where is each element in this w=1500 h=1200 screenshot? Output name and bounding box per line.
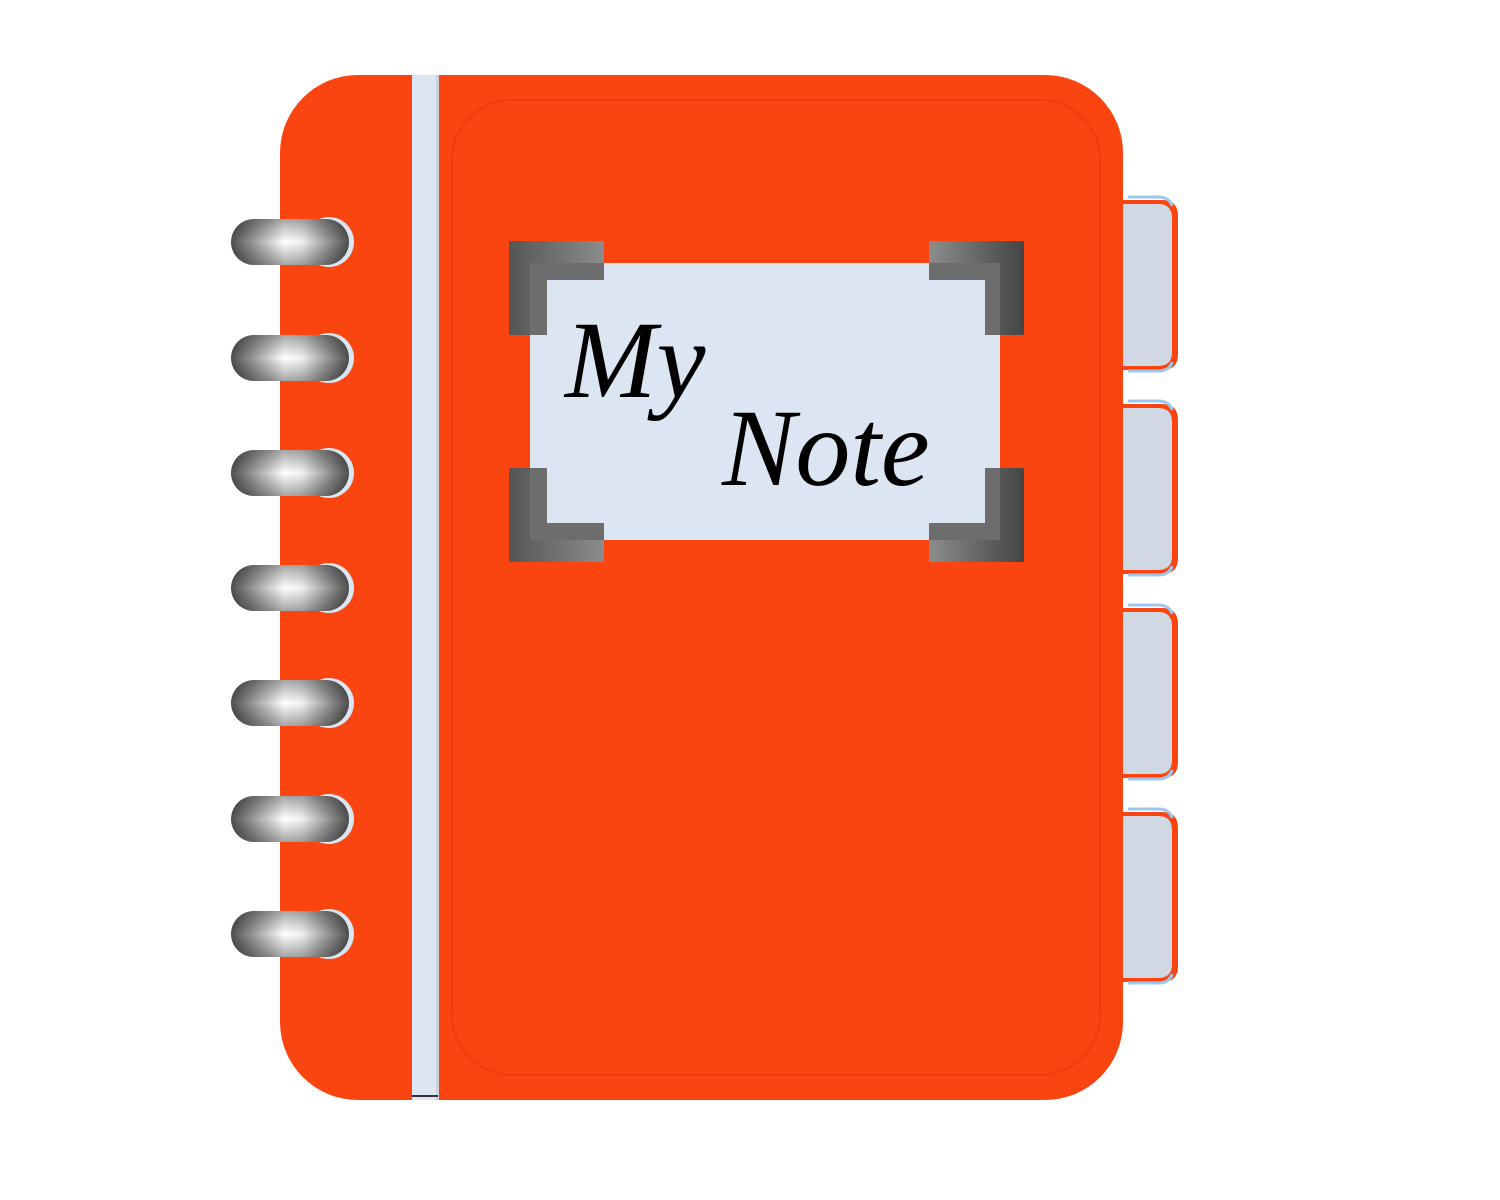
spiral-binding-ring-icon: [231, 563, 354, 613]
spiral-binding-ring-icon: [231, 217, 354, 267]
spine-strip: [412, 75, 438, 1100]
spiral-binding-ring-icon: [231, 333, 354, 383]
label-word-my: My: [563, 299, 706, 421]
spiral-binding-ring-icon: [231, 909, 354, 959]
notebook-cover: [280, 75, 1123, 1100]
notebook-illustration: My Note: [231, 75, 1178, 1100]
spiral-binding-ring-icon: [231, 678, 354, 728]
spiral-binding-ring-icon: [231, 794, 354, 844]
spiral-binding-ring-icon: [231, 448, 354, 498]
cover-label: My Note: [509, 241, 1024, 562]
label-word-note: Note: [721, 387, 930, 509]
